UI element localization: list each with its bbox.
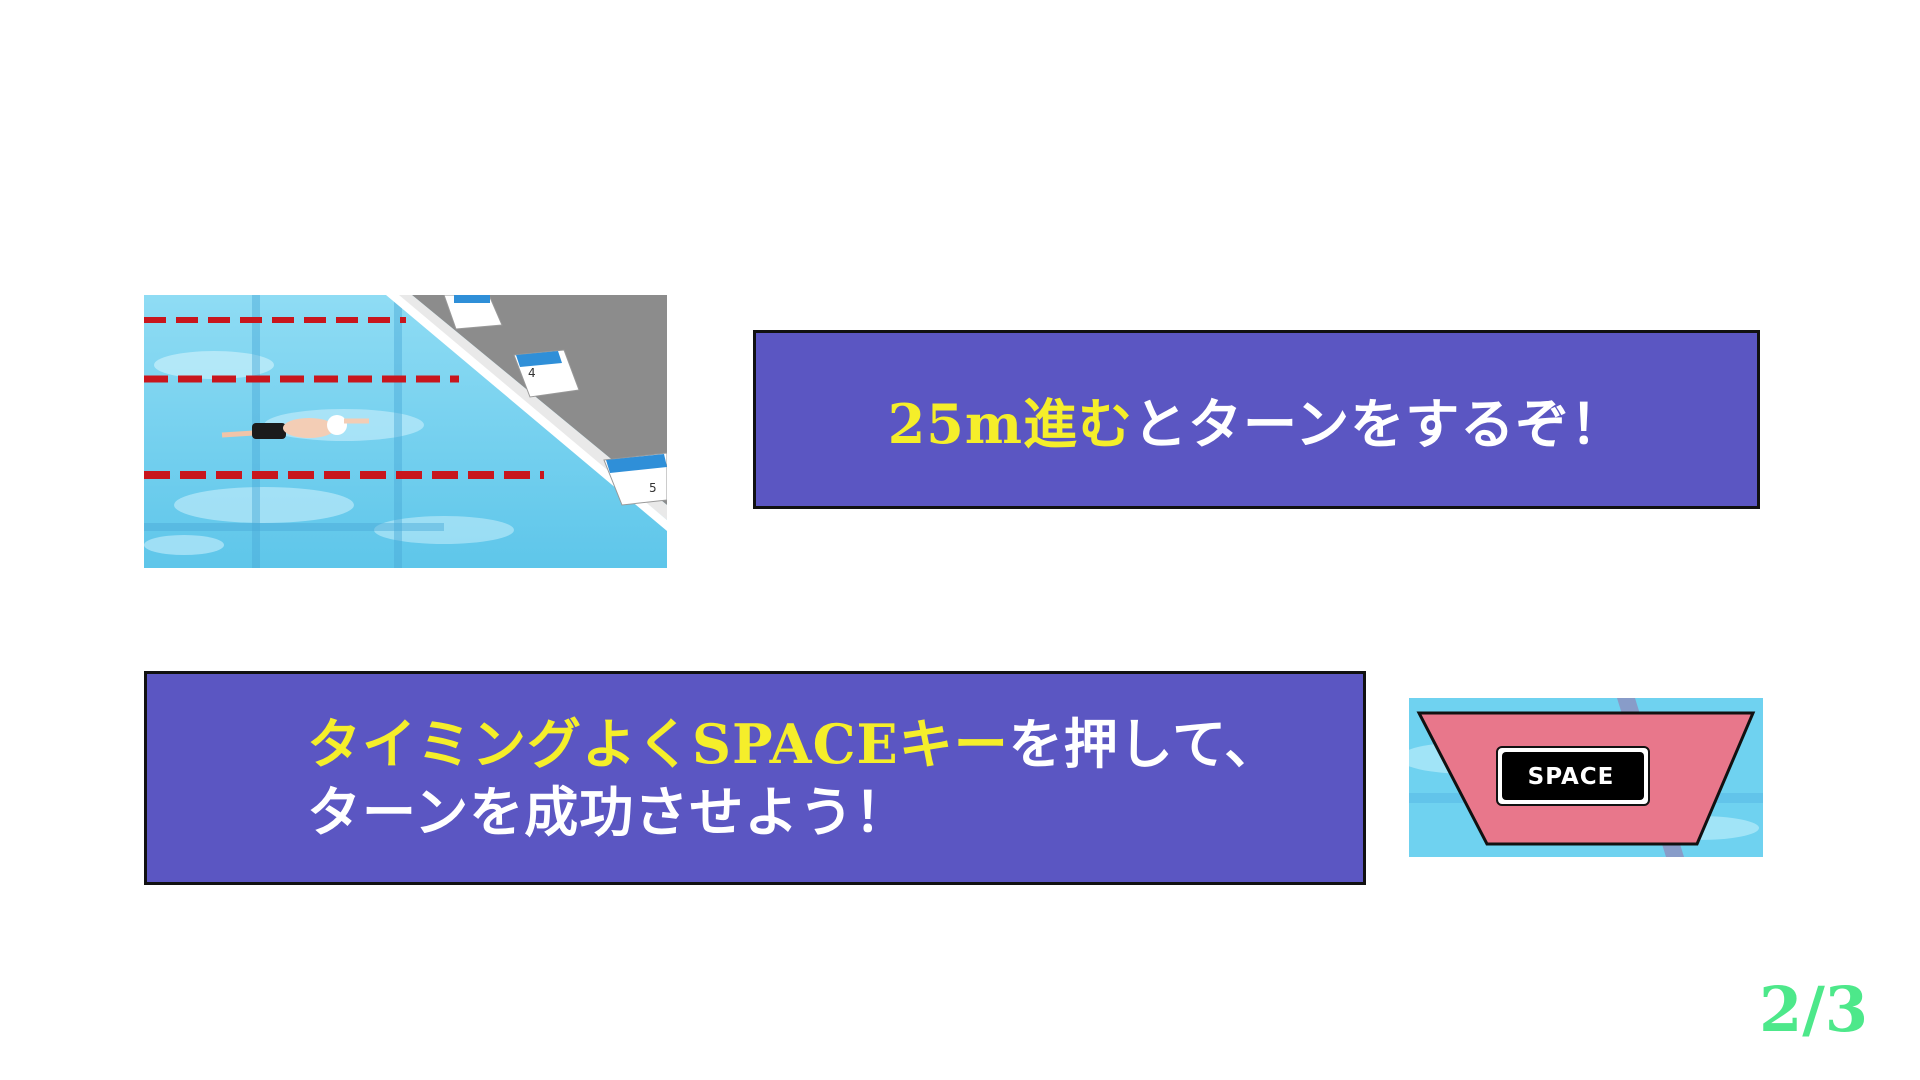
- space-key-illustration: SPACE: [1409, 698, 1763, 857]
- instruction-text-turn: 25m進むとターンをするぞ！: [888, 380, 1626, 459]
- swimming-pool-illustration: 4 5: [144, 295, 667, 568]
- instruction-rest: とターンをするぞ！: [1132, 392, 1626, 456]
- instruction-highlight: 25m進む: [887, 392, 1133, 456]
- instruction-line-1: タイミングよくSPACEキーを押して、: [307, 710, 1279, 778]
- instruction-highlight-space: タイミングよくSPACEキー: [307, 712, 1009, 776]
- instruction-text-space: タイミングよくSPACEキーを押して、 ターンを成功させよう！: [307, 710, 1279, 846]
- instruction-line-2: ターンを成功させよう！: [307, 780, 910, 844]
- svg-text:5: 5: [649, 481, 657, 495]
- page-indicator: 2/3: [1759, 973, 1868, 1046]
- svg-text:4: 4: [528, 366, 536, 380]
- instruction-line-1-rest: を押して、: [1008, 712, 1280, 776]
- instruction-panel-space: タイミングよくSPACEキーを押して、 ターンを成功させよう！: [144, 671, 1366, 885]
- tutorial-page: 4 5 25m進むとターンをするぞ！ タイミングよくSPACEキーを押して、 タ…: [0, 0, 1920, 1080]
- instruction-panel-turn: 25m進むとターンをするぞ！: [753, 330, 1760, 509]
- space-key-label: SPACE: [1527, 764, 1615, 790]
